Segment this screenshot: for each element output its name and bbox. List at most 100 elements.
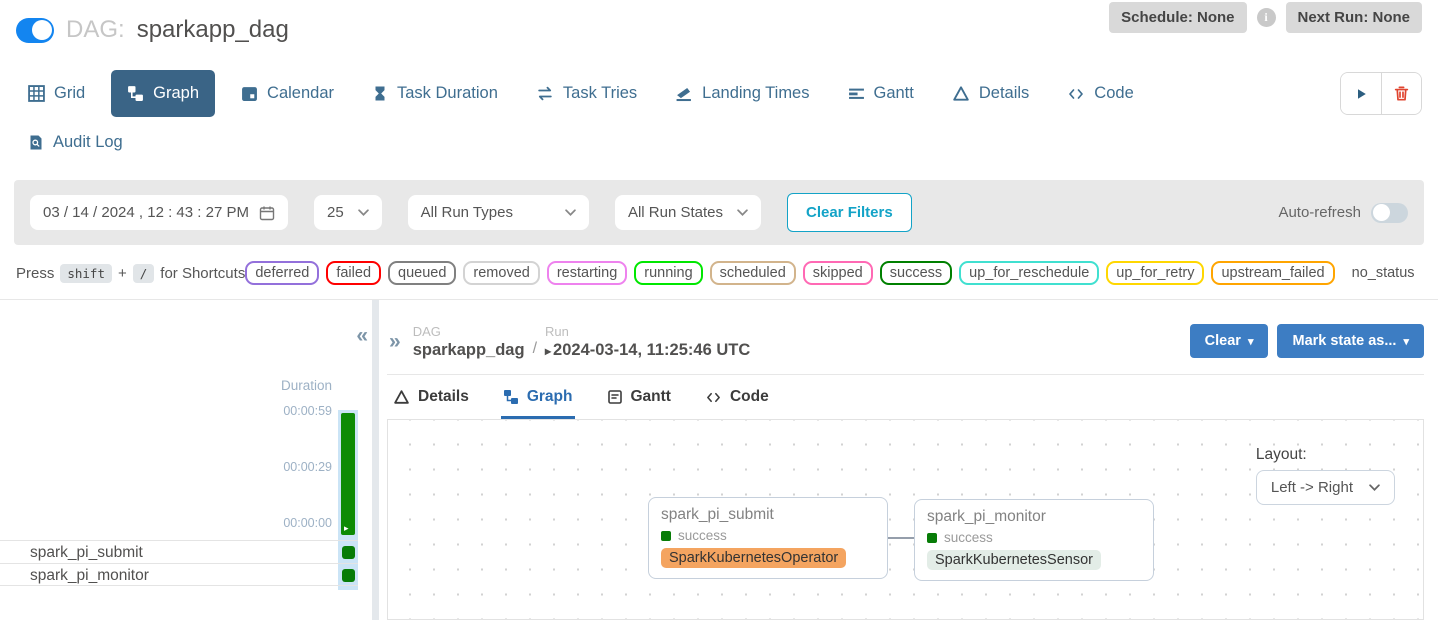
base-date-input[interactable]: 03 / 14 / 2024 , 12 : 43 : 27 PM <box>30 195 288 230</box>
code-icon <box>705 390 722 405</box>
run-types-value: All Run Types <box>421 204 513 221</box>
nav-tab-label: Details <box>979 84 1029 103</box>
task-row-spark-pi-submit[interactable]: spark_pi_submit <box>0 540 358 563</box>
nav-tab-audit-log[interactable]: Audit Log <box>16 131 135 154</box>
duration-tick: 00:00:00 <box>283 516 332 530</box>
nav-tab-code[interactable]: Code <box>1055 72 1145 115</box>
caret-down-icon: ▾ <box>1248 335 1254 348</box>
node-title: spark_pi_submit <box>661 506 875 524</box>
breadcrumb: DAG sparkapp_dag / Run ▸2024-03-14, 11:2… <box>413 324 751 360</box>
nav-tab-task-duration[interactable]: Task Duration <box>360 72 510 115</box>
schedule-badge: Schedule: None <box>1109 2 1246 33</box>
run-tab-details[interactable]: Details <box>391 375 471 419</box>
layout-value: Left -> Right <box>1271 479 1353 496</box>
run-duration-bar[interactable]: ▸ <box>341 413 355 535</box>
triangle-icon <box>393 389 410 405</box>
page-size-select[interactable]: 25 <box>314 195 382 230</box>
legend-queued[interactable]: queued <box>388 261 456 285</box>
nav-tab-task-tries[interactable]: Task Tries <box>524 72 649 115</box>
nav-tab-graph[interactable]: Graph <box>111 70 215 117</box>
calendar-icon <box>241 85 258 102</box>
nav-tab-calendar[interactable]: Calendar <box>229 72 346 115</box>
graph-icon <box>503 389 519 405</box>
page-header: DAG: sparkapp_dag Schedule: None i Next … <box>0 0 1438 44</box>
repeat-icon <box>536 85 554 102</box>
breadcrumb-run-label: Run <box>545 324 750 339</box>
legend-restarting[interactable]: restarting <box>547 261 627 285</box>
legend-deferred[interactable]: deferred <box>245 261 319 285</box>
nav-tab-label: Gantt <box>874 84 914 103</box>
chevron-down-icon <box>565 209 576 216</box>
legend-up-for-retry[interactable]: up_for_retry <box>1106 261 1204 285</box>
graph-node-spark-pi-monitor[interactable]: spark_pi_monitor success SparkKubernetes… <box>914 499 1154 581</box>
task-instance-square[interactable] <box>342 569 355 582</box>
plane-landing-icon <box>675 85 693 102</box>
expand-panel-icon[interactable]: » <box>389 330 401 354</box>
run-types-select[interactable]: All Run Types <box>408 195 589 230</box>
slash-key: / <box>133 264 155 283</box>
triangle-icon <box>952 85 970 102</box>
status-square-icon <box>927 533 937 543</box>
nav-tab-landing-times[interactable]: Landing Times <box>663 72 821 115</box>
breadcrumb-separator: / <box>533 340 537 360</box>
legend-skipped[interactable]: skipped <box>803 261 873 285</box>
legend-running[interactable]: running <box>634 261 702 285</box>
base-date-value: 03 / 14 / 2024 , 12 : 43 : 27 PM <box>43 204 249 221</box>
chevron-down-icon <box>358 209 369 216</box>
duration-axis-label: Duration <box>281 378 332 393</box>
mark-state-button[interactable]: Mark state as... ▾ <box>1277 324 1424 358</box>
auto-refresh-toggle[interactable] <box>1371 203 1408 223</box>
task-instance-square[interactable] <box>342 546 355 559</box>
nav-tab-label: Landing Times <box>702 84 809 103</box>
dag-pause-toggle[interactable] <box>16 18 54 43</box>
info-icon[interactable]: i <box>1257 8 1276 27</box>
auto-refresh-label: Auto-refresh <box>1278 204 1361 221</box>
dag-nav: Grid Graph Calendar Task Duration Task T… <box>0 70 1438 117</box>
grid-icon <box>28 85 45 102</box>
layout-select[interactable]: Left -> Right <box>1256 470 1395 505</box>
shortcuts-hint: Press shift + / for Shortcuts <box>16 264 245 283</box>
run-states-select[interactable]: All Run States <box>615 195 761 230</box>
run-tab-gantt[interactable]: Gantt <box>605 375 673 419</box>
task-name: spark_pi_monitor <box>30 567 149 584</box>
legend-failed[interactable]: failed <box>326 261 381 285</box>
breadcrumb-run-value[interactable]: ▸2024-03-14, 11:25:46 UTC <box>545 341 750 360</box>
nav-tab-label: Graph <box>153 84 199 103</box>
panel-resize-handle[interactable] <box>372 300 379 620</box>
gantt-icon <box>848 85 865 102</box>
legend-removed[interactable]: removed <box>463 261 539 285</box>
run-tab-graph[interactable]: Graph <box>501 375 575 419</box>
run-tabs: Details Graph Gantt Code <box>387 375 1424 419</box>
legend-up-for-reschedule[interactable]: up_for_reschedule <box>959 261 1099 285</box>
nav-tab-label: Code <box>1094 84 1133 103</box>
legend-scheduled[interactable]: scheduled <box>710 261 796 285</box>
status-legend: deferred failed queued removed restartin… <box>245 261 1424 285</box>
calendar-small-icon <box>259 205 275 221</box>
trigger-dag-button[interactable] <box>1341 73 1381 114</box>
nav-tab-label: Audit Log <box>53 133 123 152</box>
breadcrumb-dag-value[interactable]: sparkapp_dag <box>413 341 525 360</box>
collapse-sidebar-icon[interactable]: « <box>356 324 368 348</box>
legend-success[interactable]: success <box>880 261 952 285</box>
clear-run-button[interactable]: Clear ▾ <box>1190 324 1269 358</box>
audit-log-icon <box>28 134 44 151</box>
task-row-spark-pi-monitor[interactable]: spark_pi_monitor <box>0 563 358 586</box>
graph-canvas[interactable]: Layout: Left -> Right spark_pi_submit su… <box>387 419 1424 620</box>
legend-upstream-failed[interactable]: upstream_failed <box>1211 261 1334 285</box>
graph-node-spark-pi-submit[interactable]: spark_pi_submit success SparkKubernetesO… <box>648 497 888 579</box>
node-state: success <box>944 530 993 545</box>
run-tab-code[interactable]: Code <box>703 375 771 419</box>
nav-tab-label: Task Duration <box>397 84 498 103</box>
nav-tab-gantt[interactable]: Gantt <box>836 72 926 115</box>
delete-dag-button[interactable] <box>1381 73 1421 114</box>
status-square-icon <box>661 531 671 541</box>
run-marker-icon: ▸ <box>344 523 349 534</box>
clear-filters-button[interactable]: Clear Filters <box>787 193 912 232</box>
nav-tab-label: Grid <box>54 84 85 103</box>
shift-key: shift <box>60 264 112 283</box>
nav-tab-details[interactable]: Details <box>940 72 1041 115</box>
breadcrumb-dag-label: DAG <box>413 324 525 339</box>
nav-tab-grid[interactable]: Grid <box>16 72 97 115</box>
next-run-badge: Next Run: None <box>1286 2 1423 33</box>
node-operator-badge: SparkKubernetesSensor <box>927 550 1101 570</box>
